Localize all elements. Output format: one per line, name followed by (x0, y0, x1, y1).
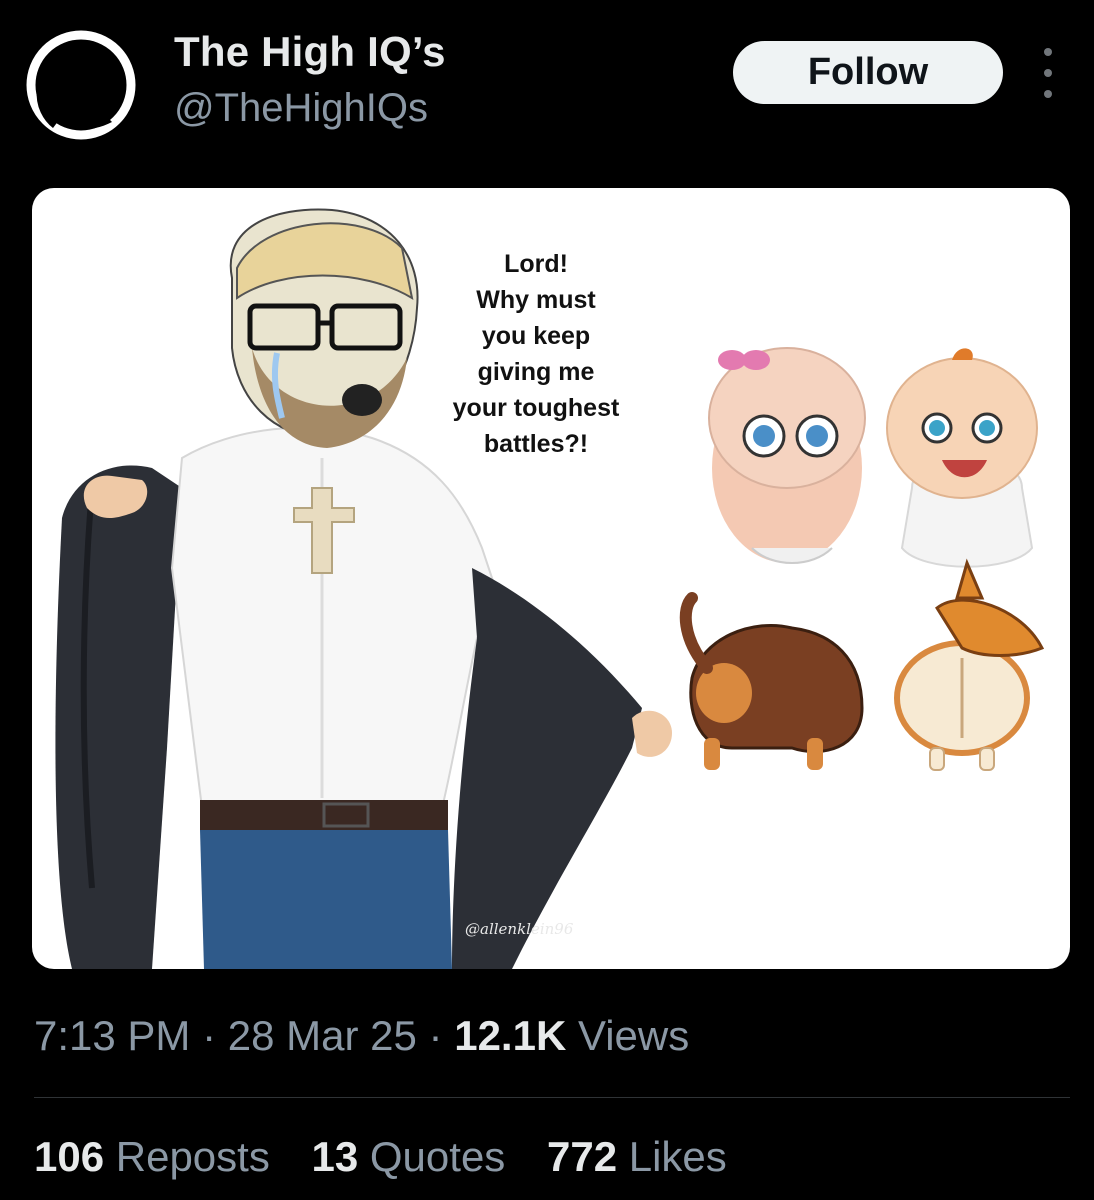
avatar-silhouette-icon (26, 30, 136, 140)
corgi-figure (894, 558, 1045, 771)
quotes-count: 13 (311, 1133, 359, 1180)
likes-count: 772 (546, 1133, 618, 1180)
views-count: 12.1K (454, 1012, 567, 1059)
divider (34, 1097, 1070, 1098)
meta-separator: · (428, 1012, 443, 1059)
speech-line: battles?! (483, 430, 589, 458)
baby-girl-figure (708, 347, 866, 564)
likes-label: Likes (628, 1133, 727, 1180)
views-label: Views (577, 1012, 690, 1059)
likes-stat[interactable]: 772 Likes (547, 1133, 727, 1180)
display-name[interactable]: The High IQ’s (174, 28, 446, 76)
speech-text: Lord! Why must you keep giving me your t… (426, 246, 646, 462)
speech-line: you keep (481, 322, 591, 350)
quotes-label: Quotes (369, 1133, 506, 1180)
more-dot (1044, 90, 1052, 98)
post-image[interactable]: Lord! Why must you keep giving me your t… (32, 188, 1070, 969)
account-handle[interactable]: @TheHighIQs (174, 86, 428, 131)
post-date[interactable]: 28 Mar 25 (228, 1012, 417, 1059)
speech-line: Why must (476, 286, 596, 314)
reposts-label: Reposts (115, 1133, 270, 1180)
more-options-icon[interactable] (1030, 48, 1066, 98)
reposts-stat[interactable]: 106 Reposts (34, 1133, 282, 1180)
image-watermark: @allenklein96 (465, 920, 574, 938)
follow-button[interactable]: Follow (733, 41, 1003, 104)
avatar[interactable] (22, 30, 140, 140)
dachshund-figure (679, 592, 864, 770)
more-dot (1044, 69, 1052, 77)
meta-separator: · (202, 1012, 217, 1059)
speech-line: your toughest (452, 394, 620, 422)
speech-line: Lord! (504, 250, 568, 278)
speech-line: giving me (477, 358, 595, 386)
more-dot (1044, 48, 1052, 56)
quotes-stat[interactable]: 13 Quotes (312, 1133, 517, 1180)
engagement-stats: 106 Reposts 13 Quotes 772 Likes (34, 1133, 757, 1181)
baby-boy-figure (886, 348, 1038, 568)
reposts-count: 106 (34, 1133, 105, 1180)
post-meta: 7:13 PM · 28 Mar 25 · 12.1K Views (34, 1012, 689, 1060)
post-time[interactable]: 7:13 PM (34, 1012, 190, 1059)
